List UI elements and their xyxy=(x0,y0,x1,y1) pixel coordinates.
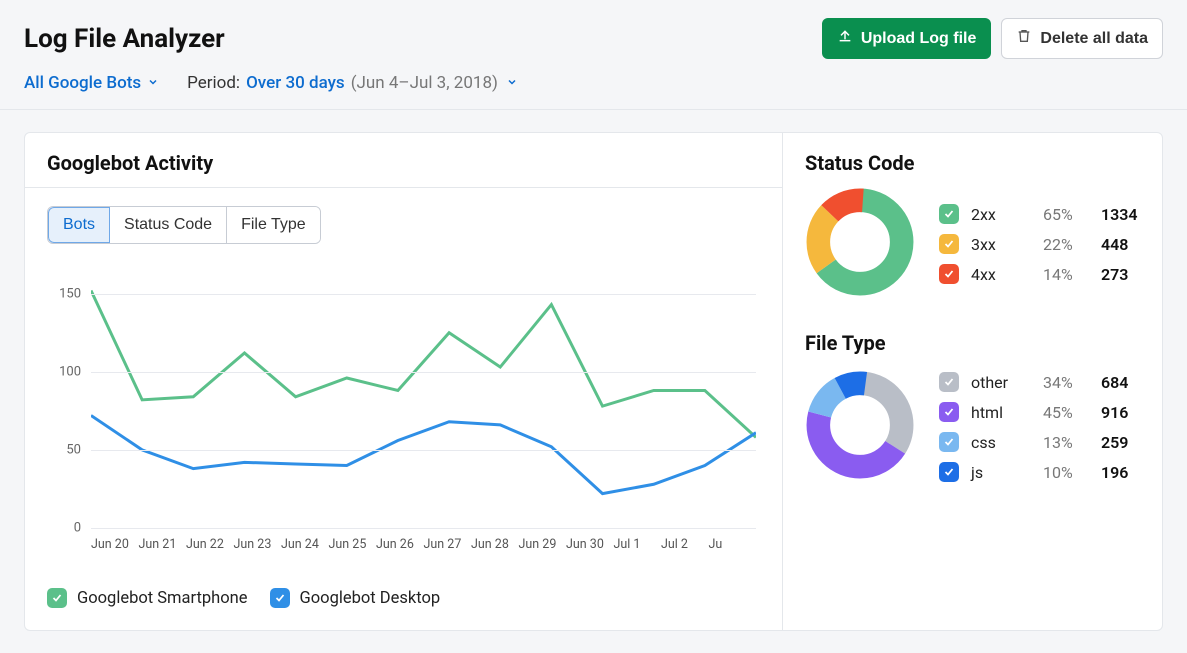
activity-tabs: BotsStatus CodeFile Type xyxy=(47,206,321,244)
activity-title: Googlebot Activity xyxy=(47,151,760,175)
x-tick: Jun 27 xyxy=(424,537,472,552)
period-filter[interactable]: Period: Over 30 days (Jun 4–Jul 3, 2018) xyxy=(187,73,518,93)
checkbox-icon xyxy=(939,204,959,224)
delete-all-button[interactable]: Delete all data xyxy=(1001,18,1163,59)
y-tick: 100 xyxy=(59,364,81,379)
legend-percent: 14% xyxy=(1043,265,1089,284)
file-type-row[interactable]: js 10% 196 xyxy=(939,457,1151,487)
checkbox-icon xyxy=(939,372,959,392)
x-tick: Jul 1 xyxy=(614,537,662,552)
file-type-row[interactable]: html 45% 916 xyxy=(939,397,1151,427)
file-type-row[interactable]: css 13% 259 xyxy=(939,427,1151,457)
status-code-row[interactable]: 3xx 22% 448 xyxy=(939,229,1151,259)
file-type-legend: other 34% 684 html 45% 916 css 13% 259 js 10% 196 xyxy=(939,367,1151,487)
upload-log-button[interactable]: Upload Log file xyxy=(822,18,992,59)
legend-label: 3xx xyxy=(971,235,1031,254)
x-tick: Jun 22 xyxy=(186,537,234,552)
page-title: Log File Analyzer xyxy=(24,24,225,54)
y-tick: 150 xyxy=(59,286,81,301)
x-tick: Jun 28 xyxy=(471,537,519,552)
period-value: Over 30 days xyxy=(246,73,345,93)
legend-count: 1334 xyxy=(1101,205,1151,224)
status-code-legend: 2xx 65% 1334 3xx 22% 448 4xx 14% 273 xyxy=(939,199,1151,289)
chevron-down-icon xyxy=(506,73,518,93)
x-tick: Jun 24 xyxy=(281,537,329,552)
x-tick: Jun 25 xyxy=(329,537,377,552)
legend-label: js xyxy=(971,463,1031,482)
legend-item[interactable]: Googlebot Desktop xyxy=(270,588,441,608)
x-tick: Jul 2 xyxy=(661,537,709,552)
legend-item[interactable]: Googlebot Smartphone xyxy=(47,588,248,608)
activity-line-chart: 0 50 100 150 Jun 20Jun 21Jun 22Jun 23Jun 24… xyxy=(47,278,760,568)
legend-count: 684 xyxy=(1101,373,1151,392)
bot-filter-dropdown[interactable]: All Google Bots xyxy=(24,73,159,93)
file-type-row[interactable]: other 34% 684 xyxy=(939,367,1151,397)
checkbox-icon xyxy=(270,588,290,608)
tab-bots[interactable]: Bots xyxy=(48,207,110,243)
period-range: (Jun 4–Jul 3, 2018) xyxy=(351,73,498,93)
x-tick: Jun 20 xyxy=(91,537,139,552)
legend-label: css xyxy=(971,433,1031,452)
status-code-row[interactable]: 4xx 14% 273 xyxy=(939,259,1151,289)
tab-status-code[interactable]: Status Code xyxy=(110,207,227,243)
x-tick: Jun 30 xyxy=(566,537,614,552)
legend-count: 259 xyxy=(1101,433,1151,452)
legend-percent: 45% xyxy=(1043,403,1089,422)
legend-percent: 65% xyxy=(1043,205,1089,224)
x-tick: Ju xyxy=(709,537,757,552)
legend-count: 196 xyxy=(1101,463,1151,482)
x-tick: Jun 23 xyxy=(234,537,282,552)
period-label: Period: xyxy=(187,73,240,93)
checkbox-icon xyxy=(939,432,959,452)
file-type-title: File Type xyxy=(805,331,1140,355)
legend-label: 2xx xyxy=(971,205,1031,224)
legend-count: 273 xyxy=(1101,265,1151,284)
status-code-donut xyxy=(805,187,915,301)
file-type-donut xyxy=(805,370,915,484)
checkbox-icon xyxy=(47,588,67,608)
legend-label: 4xx xyxy=(971,265,1031,284)
legend-percent: 22% xyxy=(1043,235,1089,254)
checkbox-icon xyxy=(939,264,959,284)
legend-label: Googlebot Desktop xyxy=(300,589,441,608)
legend-percent: 13% xyxy=(1043,433,1089,452)
upload-label: Upload Log file xyxy=(861,30,977,48)
legend-label: html xyxy=(971,403,1031,422)
legend-percent: 10% xyxy=(1043,463,1089,482)
legend-percent: 34% xyxy=(1043,373,1089,392)
legend-label: Googlebot Smartphone xyxy=(77,589,248,608)
y-tick: 0 xyxy=(74,521,81,536)
bot-filter-label: All Google Bots xyxy=(24,73,141,93)
checkbox-icon xyxy=(939,234,959,254)
chevron-down-icon xyxy=(147,73,159,93)
trash-icon xyxy=(1016,28,1032,49)
delete-label: Delete all data xyxy=(1040,30,1148,48)
legend-count: 916 xyxy=(1101,403,1151,422)
upload-icon xyxy=(837,28,853,49)
legend-count: 448 xyxy=(1101,235,1151,254)
checkbox-icon xyxy=(939,402,959,422)
tab-file-type[interactable]: File Type xyxy=(227,207,320,243)
checkbox-icon xyxy=(939,462,959,482)
x-tick: Jun 26 xyxy=(376,537,424,552)
x-tick: Jun 21 xyxy=(139,537,187,552)
status-code-row[interactable]: 2xx 65% 1334 xyxy=(939,199,1151,229)
status-code-title: Status Code xyxy=(805,151,1140,175)
y-tick: 50 xyxy=(66,442,81,457)
x-tick: Jun 29 xyxy=(519,537,567,552)
legend-label: other xyxy=(971,373,1031,392)
activity-legend: Googlebot Smartphone Googlebot Desktop xyxy=(47,588,760,608)
